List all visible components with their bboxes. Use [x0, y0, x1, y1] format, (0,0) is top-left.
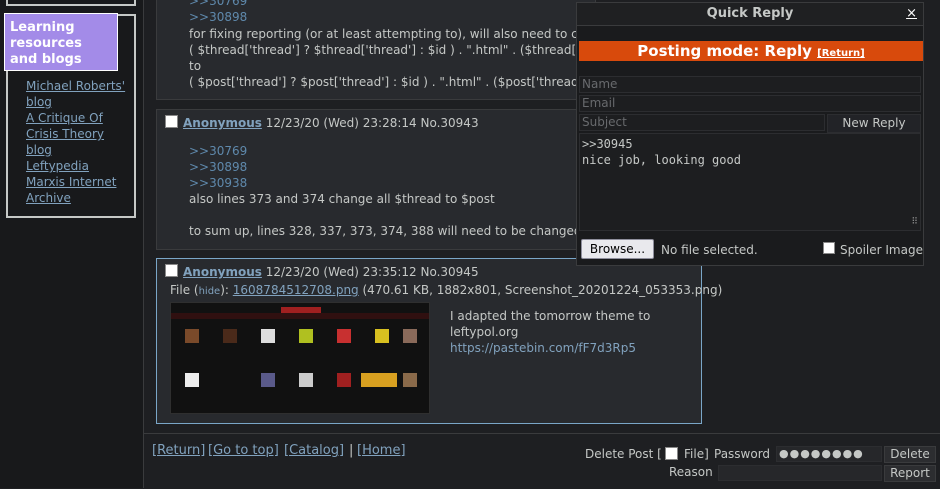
- post-date: 12/23/20 (Wed) 23:35:12: [265, 265, 417, 279]
- password-label: Password: [714, 447, 771, 461]
- quick-reply-title[interactable]: Quick Reply: [577, 3, 923, 26]
- catalog-link[interactable]: [Catalog]: [284, 443, 344, 458]
- post-text: to: [189, 59, 202, 73]
- subject-field[interactable]: Subject: [579, 114, 825, 131]
- delete-post-label: Delete Post [: [585, 447, 662, 461]
- message-textarea[interactable]: >>30945 nice job, looking good ⠿: [579, 133, 921, 231]
- file-label: File: [170, 283, 191, 297]
- browse-button[interactable]: Browse...: [581, 239, 654, 259]
- post-text: to sum up, lines 328, 337, 373, 374, 388…: [189, 224, 582, 238]
- quick-reply-panel: Quick Reply × Posting mode: Reply [Retur…: [576, 2, 924, 266]
- message-line: >>30945: [582, 137, 633, 151]
- email-field[interactable]: Email: [579, 95, 921, 112]
- quote-link[interactable]: >>30898: [189, 160, 247, 174]
- post-text: also lines 373 and 374 change all $threa…: [189, 192, 495, 206]
- reason-field[interactable]: [718, 465, 882, 481]
- no-file-label: No file selected.: [661, 243, 758, 257]
- spoiler-checkbox[interactable]: [823, 242, 835, 254]
- post-number[interactable]: No.30943: [420, 116, 478, 130]
- link-separator: |: [349, 443, 354, 458]
- quote-link[interactable]: >>30898: [189, 10, 247, 24]
- posting-mode-label: Posting mode: Reply: [637, 42, 812, 60]
- quote-link[interactable]: >>30769: [189, 144, 247, 158]
- password-field[interactable]: ●●●●●●●●: [776, 446, 882, 462]
- spoiler-label: Spoiler Image: [840, 243, 923, 257]
- poster-name[interactable]: Anonymous: [183, 116, 262, 130]
- return-link-bottom[interactable]: [Return]: [152, 443, 205, 458]
- post-checkbox[interactable]: [165, 115, 178, 128]
- sidebar-link-crisis-theory[interactable]: A Critique Of Crisis Theory blog: [26, 110, 126, 158]
- pastebin-link[interactable]: https://pastebin.com/fF7d3Rp5: [450, 341, 636, 355]
- poster-name[interactable]: Anonymous: [183, 265, 262, 279]
- sidebar-link-marxists[interactable]: Marxis Internet Archive: [26, 174, 126, 206]
- report-button[interactable]: Report: [884, 465, 936, 482]
- resize-handle-icon[interactable]: ⠿: [911, 214, 918, 230]
- reason-label: Reason: [669, 465, 713, 479]
- message-line: nice job, looking good: [582, 153, 741, 167]
- post-text: for fixing reporting (or at least attemp…: [189, 27, 579, 41]
- sidebar-link-roberts[interactable]: Michael Roberts' blog: [26, 78, 126, 110]
- post-header: Anonymous 12/23/20 (Wed) 23:28:14 No.309…: [165, 115, 479, 130]
- post-checkbox[interactable]: [165, 264, 178, 277]
- post-header: Anonymous 12/23/20 (Wed) 23:35:12 No.309…: [165, 264, 479, 279]
- post-text: I adapted the tomorrow theme to: [450, 309, 651, 323]
- hide-file-link[interactable]: hide: [199, 286, 221, 297]
- post-text: ( $thread['thread'] ? $thread['thread'] …: [189, 43, 579, 57]
- post-text: leftypol.org: [450, 325, 519, 339]
- file-info: File (hide): 1608784512708.png (470.61 K…: [170, 283, 723, 297]
- sidebar-top-box: [6, 0, 136, 6]
- post-number[interactable]: No.30945: [420, 265, 478, 279]
- sidebar-links: Michael Roberts' blog A Critique Of Cris…: [26, 78, 126, 206]
- file-details: (470.61 KB, 1882x801, Screenshot_2020122…: [362, 283, 723, 297]
- quote-link[interactable]: >>30769: [189, 0, 247, 8]
- quote-link[interactable]: >>30938: [189, 176, 247, 190]
- file-link[interactable]: 1608784512708.png: [233, 283, 359, 297]
- home-link[interactable]: [Home]: [357, 443, 406, 458]
- post-text: ( $post['thread'] ? $post['thread'] : $i…: [189, 75, 579, 89]
- file-label: File]: [684, 447, 709, 461]
- sidebar-link-leftypedia[interactable]: Leftypedia: [26, 158, 126, 174]
- go-to-top-link[interactable]: [Go to top]: [208, 443, 279, 458]
- sidebar: Learning resources and blogs Michael Rob…: [0, 0, 144, 488]
- new-reply-button[interactable]: New Reply: [827, 114, 921, 133]
- return-link[interactable]: [Return]: [817, 48, 865, 59]
- post-thumbnail[interactable]: [170, 302, 430, 414]
- file-only-checkbox[interactable]: [665, 447, 678, 460]
- delete-button[interactable]: Delete: [884, 446, 936, 463]
- posting-mode-bar: Posting mode: Reply [Return]: [579, 41, 923, 61]
- post-date: 12/23/20 (Wed) 23:28:14: [265, 116, 417, 130]
- sidebar-heading: Learning resources and blogs: [4, 13, 118, 71]
- name-field[interactable]: Name: [579, 76, 921, 93]
- close-icon[interactable]: ×: [906, 6, 917, 21]
